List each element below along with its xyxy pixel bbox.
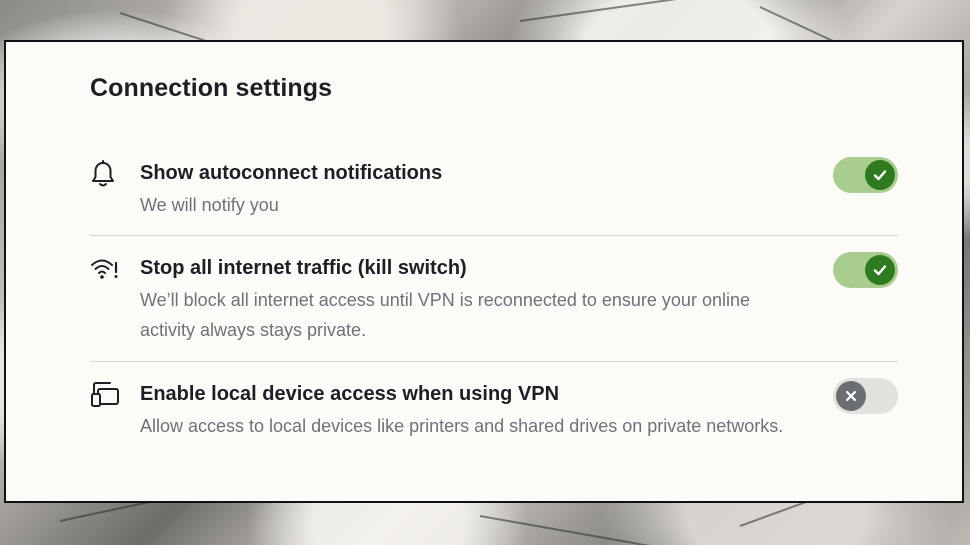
toggle-knob	[836, 381, 866, 411]
connection-settings-panel: Connection settings Show autoconnect not…	[4, 40, 964, 503]
setting-description: Allow access to local devices like print…	[140, 416, 784, 436]
toggle-knob	[865, 255, 895, 285]
divider	[90, 235, 898, 236]
background-crack	[519, 0, 719, 22]
close-icon	[845, 390, 857, 402]
setting-description: We will notify you	[140, 195, 279, 215]
setting-description: We’ll block all internet access until VP…	[140, 290, 750, 340]
toggle-knob	[865, 160, 895, 190]
bell-icon	[90, 158, 122, 190]
setting-row-kill-switch: Stop all internet traffic (kill switch) …	[90, 252, 898, 353]
page-title: Connection settings	[90, 74, 333, 102]
setting-row-local-device-access: Enable local device access when using VP…	[90, 378, 898, 479]
wifi-alert-icon	[90, 253, 122, 285]
setting-label: Enable local device access when using VP…	[140, 383, 560, 405]
kill-switch-toggle[interactable]	[833, 252, 898, 288]
background-crack	[479, 515, 658, 545]
setting-label: Show autoconnect notifications	[140, 162, 443, 184]
devices-icon	[90, 379, 122, 411]
divider	[90, 361, 898, 362]
autoconnect-notifications-toggle[interactable]	[833, 157, 898, 193]
local-device-access-toggle[interactable]	[833, 378, 898, 414]
setting-label: Stop all internet traffic (kill switch)	[140, 257, 467, 279]
check-icon	[873, 170, 887, 181]
check-icon	[873, 265, 887, 276]
setting-row-autoconnect-notifications: Show autoconnect notifications We will n…	[90, 157, 898, 222]
